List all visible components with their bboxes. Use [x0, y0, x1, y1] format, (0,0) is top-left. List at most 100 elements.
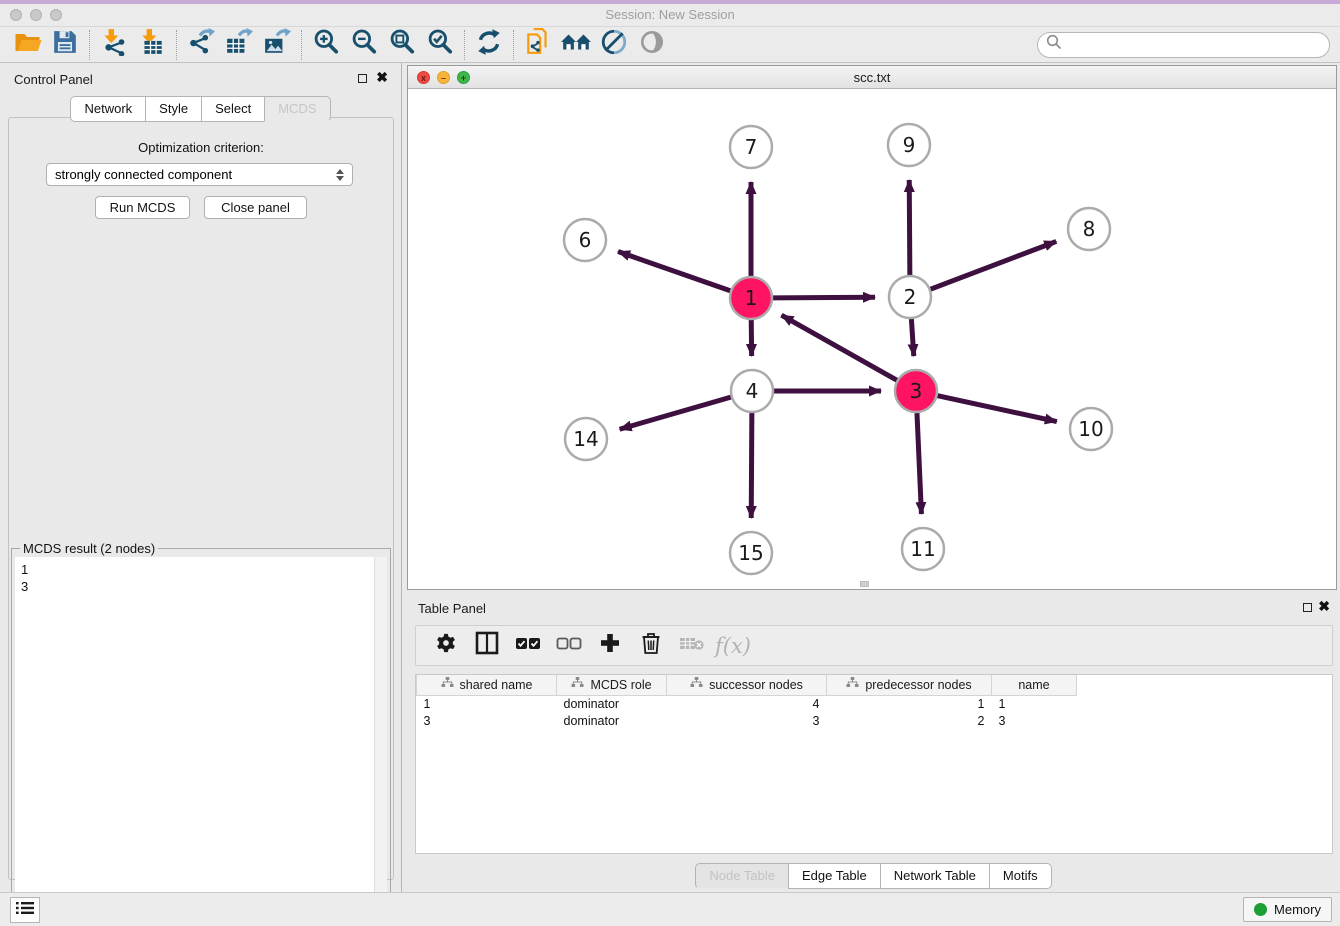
table-header-row[interactable]: shared name MCDS role successor nodes pr… [417, 675, 1077, 695]
import-network-button[interactable] [95, 29, 133, 61]
run-mcds-button[interactable]: Run MCDS [95, 196, 190, 219]
float-panel-icon[interactable] [358, 74, 367, 83]
select-all-icon [515, 635, 541, 656]
network-window-title: scc.txt [408, 70, 1336, 85]
import-network-icon [100, 28, 128, 61]
table-row[interactable]: 3dominator323 [417, 712, 1077, 729]
graph-node-label-7: 7 [745, 135, 758, 159]
table-row[interactable]: 1dominator411 [417, 695, 1077, 712]
zoom-fit-button[interactable] [383, 29, 421, 61]
import-table-button[interactable] [133, 29, 171, 61]
memory-button[interactable]: Memory [1243, 897, 1332, 922]
graph-node-label-10: 10 [1078, 417, 1103, 441]
network-window-titlebar[interactable]: x – + scc.txt [408, 66, 1336, 89]
criterion-dropdown[interactable]: strongly connected component [46, 163, 353, 186]
unselect-all-button[interactable] [553, 630, 585, 662]
export-network-button[interactable] [182, 29, 220, 61]
graph-edge-1-2[interactable] [773, 297, 875, 298]
mcds-result-title: MCDS result (2 nodes) [20, 541, 158, 556]
graph-edge-4-15[interactable] [751, 413, 752, 518]
column-panel-button[interactable] [471, 630, 503, 662]
zoom-in-button[interactable] [307, 29, 345, 61]
close-panel-button[interactable]: Close panel [204, 196, 307, 219]
mcds-result-text[interactable]: 1 3 [21, 561, 369, 917]
export-image-icon [263, 28, 291, 61]
open-session-icon [13, 29, 42, 60]
ndex-icon [560, 28, 592, 61]
table-delete-icon [679, 634, 705, 657]
search-input[interactable] [1068, 37, 1321, 52]
network-graph[interactable]: 1234678910111415 [408, 89, 1336, 589]
list-icon [16, 901, 34, 920]
column-panel-icon [475, 631, 499, 660]
table-settings-button[interactable] [430, 630, 462, 662]
fx-icon: f(x) [715, 634, 751, 658]
graph-edge-2-3[interactable] [911, 319, 913, 356]
zoom-in-icon [312, 28, 340, 61]
zoom-selected-icon [426, 28, 454, 61]
column-header-mcds-role[interactable]: MCDS role [557, 675, 667, 695]
export-table-icon [225, 28, 253, 61]
show-details-button[interactable] [633, 29, 671, 61]
toggle-graphics-button[interactable] [595, 29, 633, 61]
tab-style[interactable]: Style [145, 96, 201, 122]
refresh-layout-button[interactable] [470, 29, 508, 61]
graph-edge-1-6[interactable] [618, 252, 730, 291]
table-settings-icon [435, 632, 457, 659]
graph-edge-2-9[interactable] [909, 180, 910, 275]
table-float-icon[interactable] [1303, 603, 1312, 612]
select-all-button[interactable] [512, 630, 544, 662]
graph-node-label-9: 9 [903, 133, 916, 157]
control-panel: Control Panel ✖ Network Style Select MCD… [0, 63, 402, 892]
dropdown-stepper-icon [336, 169, 344, 181]
task-history-button[interactable] [10, 897, 40, 923]
tab-mcds[interactable]: MCDS [264, 96, 330, 122]
tab-select[interactable]: Select [201, 96, 264, 122]
optimization-criterion-label: Optimization criterion: [9, 140, 393, 155]
node-table[interactable]: shared name MCDS role successor nodes pr… [415, 674, 1333, 854]
zoom-selected-button[interactable] [421, 29, 459, 61]
column-header-successor-nodes[interactable]: successor nodes [667, 675, 827, 695]
mcds-panel: Optimization criterion: strongly connect… [8, 117, 394, 880]
toggle-graphics-icon [600, 28, 628, 61]
canvas-scrollbar-thumb[interactable] [860, 581, 869, 587]
save-session-button[interactable] [46, 29, 84, 61]
graph-edge-3-1[interactable] [781, 315, 896, 380]
tab-node-table[interactable]: Node Table [695, 863, 788, 889]
column-header-name[interactable]: name [992, 675, 1077, 695]
search-field[interactable] [1037, 32, 1330, 58]
clone-network-button[interactable] [519, 29, 557, 61]
export-table-button[interactable] [220, 29, 258, 61]
ndex-button[interactable] [557, 29, 595, 61]
zoom-out-button[interactable] [345, 29, 383, 61]
column-header-predecessor-nodes[interactable]: predecessor nodes [827, 675, 992, 695]
result-scrollbar[interactable] [374, 557, 387, 921]
add-column-button[interactable] [594, 630, 626, 662]
tab-network-table[interactable]: Network Table [880, 863, 989, 889]
column-type-icon [441, 677, 454, 692]
memory-label: Memory [1274, 902, 1321, 917]
import-table-icon [138, 28, 166, 61]
open-session-button[interactable] [8, 29, 46, 61]
refresh-layout-icon [475, 28, 503, 61]
delete-button[interactable] [635, 630, 667, 662]
tab-network[interactable]: Network [70, 96, 145, 122]
column-header-shared-name[interactable]: shared name [417, 675, 557, 695]
table-close-icon[interactable]: ✖ [1318, 598, 1330, 615]
close-panel-icon[interactable]: ✖ [376, 69, 388, 86]
graph-edge-3-10[interactable] [937, 396, 1056, 422]
search-icon [1046, 34, 1062, 55]
graph-edge-3-11[interactable] [917, 413, 921, 514]
graph-edge-4-14[interactable] [620, 397, 731, 429]
export-image-button[interactable] [258, 29, 296, 61]
graph-node-label-11: 11 [910, 537, 935, 561]
tab-edge-table[interactable]: Edge Table [788, 863, 880, 889]
toolbar-separator [89, 30, 90, 60]
tab-motifs[interactable]: Motifs [989, 863, 1052, 889]
graph-node-label-8: 8 [1083, 217, 1096, 241]
table-panel: Table Panel ✖ f(x) shared name MCDS role [407, 595, 1340, 888]
graph-edge-2-8[interactable] [931, 241, 1057, 289]
control-panel-tabs: Network Style Select MCDS [0, 96, 401, 122]
node-table-grid: shared name MCDS role successor nodes pr… [416, 675, 1077, 729]
network-canvas[interactable]: 1234678910111415 [408, 89, 1336, 589]
